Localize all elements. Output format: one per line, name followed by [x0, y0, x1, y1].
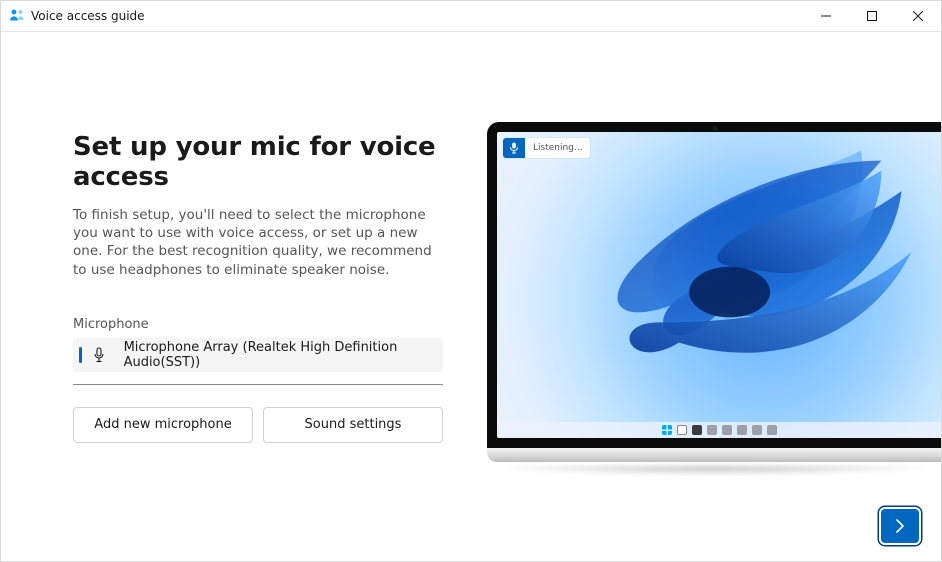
sound-settings-button[interactable]: Sound settings — [263, 407, 443, 443]
microphone-label: Microphone — [73, 317, 443, 332]
sound-settings-label: Sound settings — [305, 417, 402, 432]
voice-access-status: Listening... — [533, 143, 582, 153]
start-icon — [662, 425, 672, 435]
add-microphone-button[interactable]: Add new microphone — [73, 407, 253, 443]
close-button[interactable] — [895, 1, 941, 31]
app-window: Voice access guide Set up your mic for v… — [0, 0, 942, 562]
microphone-icon — [92, 347, 106, 363]
selected-microphone-name: Microphone Array (Realtek High Definitio… — [124, 340, 427, 370]
laptop-base — [487, 448, 941, 462]
search-icon — [677, 425, 687, 435]
microphone-selector[interactable]: Microphone Array (Realtek High Definitio… — [73, 338, 443, 372]
pinned-app-icon — [767, 425, 777, 435]
next-button[interactable] — [879, 507, 921, 545]
minimize-button[interactable] — [803, 1, 849, 31]
maximize-button[interactable] — [849, 1, 895, 31]
window-title: Voice access guide — [31, 9, 145, 23]
page-description: To finish setup, you'll need to select t… — [73, 206, 443, 279]
pinned-app-icon — [707, 425, 717, 435]
pinned-app-icon — [722, 425, 732, 435]
app-icon — [9, 8, 25, 24]
pinned-app-icon — [737, 425, 747, 435]
setup-panel: Set up your mic for voice access To fini… — [73, 132, 443, 443]
content-area: Set up your mic for voice access To fini… — [1, 32, 941, 561]
page-heading: Set up your mic for voice access — [73, 132, 443, 192]
pinned-app-icon — [752, 425, 762, 435]
voice-access-bar: Listening... — [503, 138, 590, 158]
laptop-illustration: Listening... — [487, 122, 941, 476]
voice-access-mic-button — [503, 138, 525, 158]
selection-accent — [79, 347, 82, 363]
divider — [73, 384, 443, 385]
laptop-shadow — [487, 466, 941, 476]
laptop-frame: Listening... — [487, 122, 941, 448]
add-microphone-label: Add new microphone — [94, 417, 231, 432]
action-button-row: Add new microphone Sound settings — [73, 407, 443, 443]
laptop-screen: Listening... — [497, 132, 941, 438]
taskbar — [497, 422, 941, 438]
windows-bloom-wallpaper — [497, 132, 941, 438]
taskview-icon — [692, 425, 702, 435]
titlebar: Voice access guide — [1, 1, 941, 32]
